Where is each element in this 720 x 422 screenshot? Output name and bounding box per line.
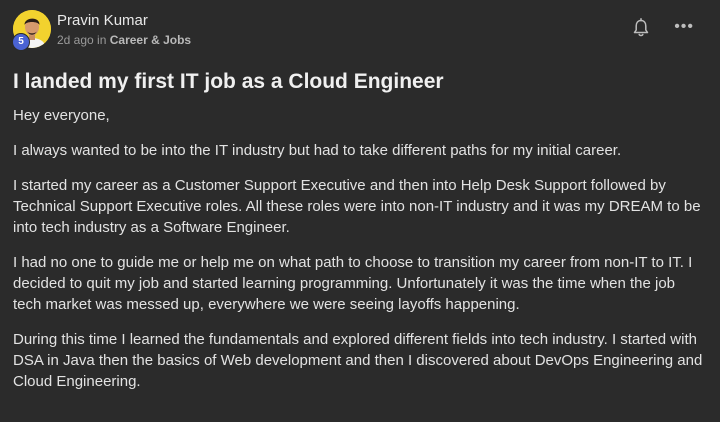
post-paragraph: During this time I learned the fundament… <box>13 331 703 390</box>
level-badge: 5 <box>12 33 30 51</box>
more-options-icon[interactable]: ••• <box>674 19 694 35</box>
post-meta: Pravin Kumar 2d ago in Career & Jobs <box>57 10 191 47</box>
author-avatar-wrapper[interactable]: 5 <box>12 10 51 51</box>
post-header: 5 Pravin Kumar 2d ago in Career & Jobs <box>12 10 706 54</box>
post-card: 5 Pravin Kumar 2d ago in Career & Jobs •… <box>0 0 720 422</box>
post-paragraph: I started my career as a Customer Suppor… <box>13 177 701 236</box>
category-link[interactable]: Career & Jobs <box>110 33 191 47</box>
post-subline: 2d ago in Career & Jobs <box>57 33 191 47</box>
bell-icon[interactable] <box>632 18 650 38</box>
post-paragraph: I always wanted to be into the IT indust… <box>13 142 622 159</box>
post-time: 2d ago <box>57 33 94 47</box>
post-actions: ••• <box>632 18 694 38</box>
post-paragraph: Hey everyone, <box>13 107 110 124</box>
post-paragraph: I had no one to guide me or help me on w… <box>13 254 693 313</box>
in-word: in <box>97 33 107 47</box>
post-title: I landed my first IT job as a Cloud Engi… <box>13 70 444 93</box>
post-body: Hey everyone, I always wanted to be into… <box>13 105 706 392</box>
author-name[interactable]: Pravin Kumar <box>57 12 191 30</box>
